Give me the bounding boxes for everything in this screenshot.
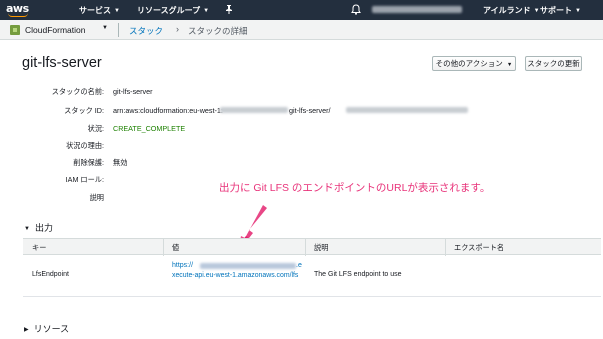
outputs-section-label: 出力 [34,223,53,233]
breadcrumb-current: スタックの詳細 [188,26,248,36]
stack-id-label: スタック ID: [64,106,104,115]
resources-section-toggle[interactable]: ▶ リソース [24,322,69,335]
triangle-down-icon: ▼ [24,226,30,232]
resource-groups-label: リソースグループ [137,6,201,15]
region-menu[interactable]: アイルランド ▼ [483,5,540,16]
outputs-table-header: キー 値 説明 エクスポート名 [23,238,601,256]
row-divider [23,296,601,297]
output-value-link-line2[interactable]: xecute-api.eu-west-1.amazonaws.com/lfs [172,272,298,279]
stack-name-label: スタックの名前: [51,87,104,96]
triangle-right-icon: ▶ [24,327,29,333]
api-id-redacted [200,263,296,269]
status-reason-label: 状況の理由: [66,141,104,150]
column-header-key[interactable]: キー [32,243,46,253]
chevron-down-icon: ▼ [533,8,540,14]
stack-id-middle: git-lfs-server/ [289,106,331,115]
stack-id-prefix: arn:aws:cloudformation:eu-west-1: [113,106,223,115]
chevron-down-icon: ▼ [506,62,513,68]
bell-icon[interactable] [351,4,361,15]
output-description: The Git LFS endpoint to use [314,271,402,278]
column-header-export-name[interactable]: エクスポート名 [454,243,504,253]
stack-uuid-redacted [346,107,468,113]
support-label: サポート [540,6,572,15]
output-key: LfsEndpoint [32,271,69,278]
resource-groups-menu[interactable]: リソースグループ ▼ [137,5,209,16]
chevron-down-icon[interactable]: ▼ [102,25,108,31]
description-label: 説明 [89,193,104,202]
other-actions-label: その他のアクション [435,59,503,68]
cloudformation-icon [10,25,20,35]
account-id-redacted [220,107,288,113]
breadcrumb-stacks-link[interactable]: スタック [129,25,163,37]
column-header-value[interactable]: 値 [172,243,179,253]
region-label: アイルランド [483,6,531,15]
aws-logo[interactable]: aws [6,2,32,18]
annotation-text: 出力に Git LFS のエンドポイントのURLが表示されます。 [219,182,491,194]
service-name-menu[interactable]: CloudFormation [25,25,85,35]
termination-protection-value: 無効 [113,158,128,167]
column-divider [305,239,306,256]
chevron-down-icon: ▼ [114,8,120,14]
aws-smile-icon [8,13,28,17]
column-header-description[interactable]: 説明 [314,243,328,253]
outputs-section-toggle[interactable]: ▼ 出力 [24,221,53,234]
pin-icon[interactable] [225,5,233,16]
other-actions-button[interactable]: その他のアクション ▼ [432,56,516,71]
column-divider [445,239,446,256]
iam-role-label: IAM ロール: [65,175,104,184]
account-name-redacted[interactable] [372,6,462,13]
status-label: 状況: [87,124,104,133]
annotation-arrow-icon [234,205,267,254]
update-stack-label: スタックの更新 [527,59,580,68]
output-value-link-start[interactable]: https:// [172,262,193,269]
chevron-right-icon: › [176,24,179,34]
page-title: git-lfs-server [22,55,102,71]
status-value: CREATE_COMPLETE [113,124,186,133]
update-stack-button[interactable]: スタックの更新 [525,56,582,71]
divider [118,23,119,37]
top-nav: aws サービス ▼ リソースグループ ▼ アイルランド ▼ サポート ▼ [0,0,603,20]
column-divider [163,239,164,256]
termination-protection-label: 削除保護: [73,158,104,167]
services-label: サービス [79,6,111,15]
stack-name-value: git-lfs-server [113,87,153,96]
service-bar: CloudFormation ▼ スタック › スタックの詳細 [0,20,603,40]
support-menu[interactable]: サポート ▼ [540,5,581,16]
resources-section-label: リソース [33,324,70,334]
output-value-link-end[interactable]: .e [296,262,302,269]
chevron-down-icon: ▼ [203,8,210,14]
services-menu[interactable]: サービス ▼ [79,5,120,16]
chevron-down-icon: ▼ [575,8,581,14]
